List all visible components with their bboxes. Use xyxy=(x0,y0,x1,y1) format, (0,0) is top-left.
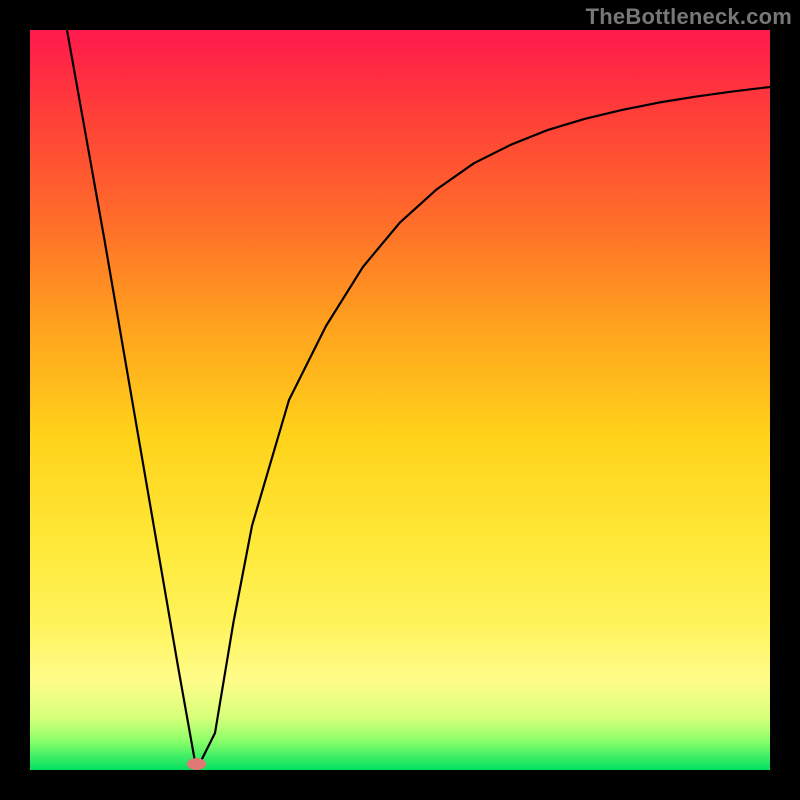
attribution-label: TheBottleneck.com xyxy=(586,4,792,30)
chart-frame: TheBottleneck.com xyxy=(0,0,800,800)
bottleneck-curve xyxy=(67,30,770,770)
chart-plot-area xyxy=(30,30,770,770)
chart-svg xyxy=(30,30,770,770)
optimal-point-marker xyxy=(187,758,206,770)
